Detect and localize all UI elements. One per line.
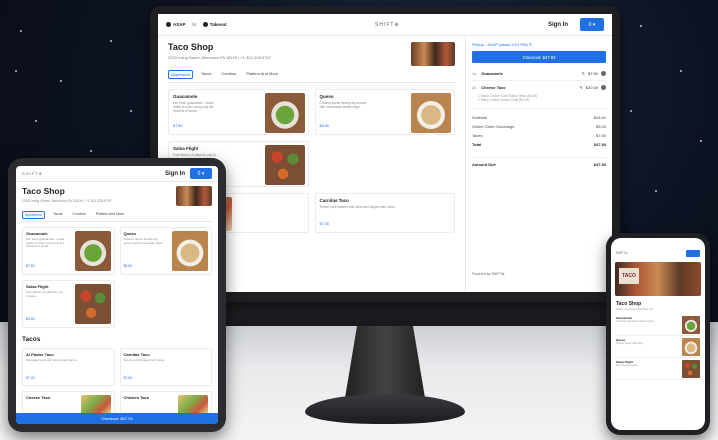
queso-photo [682,338,700,356]
salsa-photo [682,360,700,378]
takeout-option[interactable]: Takeout [202,22,227,27]
menu-item-desc: Our fresh guacamole - made ready to orde… [173,101,214,113]
desktop-topbar: ASAP for Takeout SHIFT⊕ Sign In 0 ▾ [158,14,612,36]
menu-item-price: $7.50 [173,124,183,128]
cart-panel: Pickup - ASAP (about 5:01 PM) ✎ Checkout… [466,36,612,292]
menu-item-card[interactable]: Carnitas Taco Tender pork braised with c… [119,348,212,386]
menu-item-desc: Creamy queso freshly dip served with hom… [319,101,367,109]
menu-item-price: $7.00 [319,222,330,226]
guacamole-photo [682,316,700,334]
edit-icon[interactable]: ✎ [582,71,585,76]
phone-topbar: SHIFT⊕ [611,238,705,260]
asap-option[interactable]: ASAP [166,22,186,27]
queso-photo [172,231,208,271]
menu-item-name: Carnitas Taco [319,198,349,203]
guacamole-photo [74,231,111,271]
list-item[interactable]: Queso Creamy queso with chips. [616,336,700,358]
category-tabs: Appetizers Tacos Combos Platters And Mor… [22,211,212,222]
menu-list: Guacamole Our fresh guacamole made to or… [611,312,705,382]
checkout-button[interactable]: Checkout: $47.93 [472,51,606,63]
menu-item-card[interactable]: Salsa Flight Four flavors of salsa for y… [22,280,115,328]
menu-item-card[interactable]: Guacamole Our fresh guacamole - made rea… [22,227,115,275]
menu-item-desc: Tender pork braised with citrus and topp… [319,205,396,209]
list-item[interactable]: Salsa Flight Four flavors of salsa. [616,358,700,380]
tablet-screen: SHIFT⊕ Sign In 0 ▾ Taco Shop 2293 Irving… [16,166,218,424]
tab-appetizers[interactable]: Appetizers [168,70,193,79]
queso-photo [411,93,451,133]
pickup-time-link[interactable]: Pickup - ASAP (about 5:01 PM) ✎ [472,42,606,47]
shift-logo: SHIFT⊕ [22,171,43,176]
guacamole-photo [264,93,305,133]
hero-image: TACO [615,262,701,296]
shop-title: Taco Shop [616,301,642,307]
salsa-photo [264,145,305,185]
powered-by: Powered by SHIFT⊕ [472,272,505,276]
salsa-photo [74,284,111,324]
for-label: for [191,22,197,27]
monitor-stand [345,326,425,398]
clock-icon [166,22,171,27]
menu-item-card[interactable]: Guacamole Our fresh guacamole - made rea… [168,89,309,135]
desktop-screen: ASAP for Takeout SHIFT⊕ Sign In 0 ▾ Taco… [158,14,612,292]
checkout-button[interactable]: Checkout: $47.93 [16,413,218,424]
sign-in-link[interactable]: Sign In [548,22,568,28]
tablet-topbar: SHIFT⊕ Sign In 0 ▾ [16,166,218,182]
category-tabs: Appetizers Tacos Combos Platters And Mor… [168,70,455,83]
menu-item-card[interactable]: Queso Creamy queso freshly dip served wi… [119,227,212,275]
cart-button[interactable] [686,249,700,257]
monitor-base [305,394,465,424]
tab-appetizers[interactable]: Appetizers [22,211,45,219]
tab-platters[interactable]: Platters And More [94,211,127,219]
totals: Subtotal $28.91 Online Order Surcharge $3.… [472,108,606,149]
tab-tacos[interactable]: Tacos [199,70,213,79]
shift-logo: SHIFT⊕ [375,21,400,28]
hero-image [411,42,455,66]
sign-in-link[interactable]: Sign In [165,171,185,177]
phone-screen: SHIFT⊕ TACO Taco Shop 2293 Irving Street… [611,238,705,430]
tab-combos[interactable]: Combos [219,70,238,79]
bag-icon [202,22,208,27]
menu-item-card[interactable]: Queso Creamy queso freshly dip served wi… [314,89,455,135]
hero-image [176,186,212,206]
taco-photo [178,395,208,415]
menu-item-card[interactable]: Al Pastor Taco Marinated pork with onion… [22,348,115,386]
menu-item-price: $8.50 [319,124,330,128]
remove-icon[interactable] [601,71,606,76]
tab-combos[interactable]: Combos [70,211,87,219]
tab-tacos[interactable]: Tacos [51,211,64,219]
cart-button[interactable]: 0 ▾ [580,18,604,31]
taco-photo [80,395,111,415]
cart-item: 1x Guacamole ✎ $7.50 [472,67,606,81]
menu-item-card[interactable]: Carnitas Taco Tender pork braised with c… [314,193,455,233]
cart-item-option: 1 Salsa Choice: Ancho Chile ($0.00) [478,98,530,102]
cart-button[interactable]: 0 ▾ [190,168,212,179]
taco-sign: TACO [619,268,639,284]
list-item[interactable]: Guacamole Our fresh guacamole made to or… [616,314,700,336]
cart-item: 2x Cheese Taco ✎ $20.00 [472,81,606,94]
phone-device: SHIFT⊕ TACO Taco Shop 2293 Irving Street… [606,233,710,435]
section-title-tacos: Tacos [22,336,41,343]
shift-logo: SHIFT⊕ [616,251,628,255]
edit-icon[interactable]: ✎ [579,85,582,90]
amount-due: Amount Due $47.93 [472,157,606,169]
tablet-device: SHIFT⊕ Sign In 0 ▾ Taco Shop 2293 Irving… [8,158,226,432]
remove-icon[interactable] [601,85,606,90]
tab-platters[interactable]: Platters And More [244,70,280,79]
